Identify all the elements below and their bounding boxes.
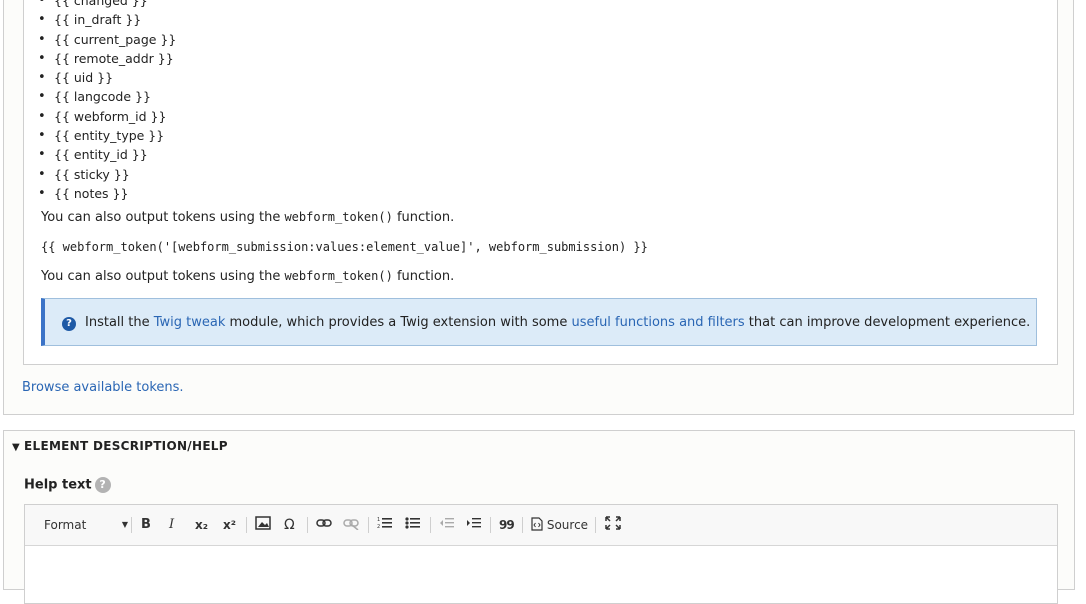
maximize-button[interactable] [605,516,621,534]
editor-toolbar: Format ▼ B I x₂ x² Ω 12 99 Source [25,505,1057,546]
info-message-text: Install the Twig tweak module, which pro… [85,315,1031,330]
code-example: {{ webform_token('[webform_submission:va… [41,240,648,254]
token-paragraph-1: You can also output tokens using the web… [41,210,455,225]
twig-variable-item: {{ in_draft }} [38,10,176,29]
element-description-fieldset: ▼ ELEMENT DESCRIPTION/HELP Help text? For… [3,430,1075,604]
subscript-button[interactable]: x₂ [195,516,208,534]
indent-button[interactable] [466,516,482,534]
section-toggle[interactable]: ▼ ELEMENT DESCRIPTION/HELP [12,439,228,453]
twig-variable-item: {{ sticky }} [38,165,176,184]
toolbar-separator [131,517,132,533]
token-paragraph-2: You can also output tokens using the web… [41,269,455,284]
toolbar-separator [307,517,308,533]
image-icon [255,516,271,530]
toolbar-separator [595,517,596,533]
question-icon: ? [62,317,76,331]
code-inline: webform_token() [284,210,393,224]
twig-variable-item: {{ remote_addr }} [38,49,176,68]
numbered-list-button[interactable]: 12 [377,516,393,534]
bold-button[interactable]: B [141,516,151,534]
source-icon [531,517,543,531]
twig-variable-item: {{ current_page }} [38,30,176,49]
indent-icon [467,518,481,528]
twig-variable-item: {{ uid }} [38,68,176,87]
outdent-button[interactable] [439,516,455,534]
superscript-button[interactable]: x² [223,516,236,534]
bulleted-list-icon [405,517,420,529]
toolbar-separator [430,517,431,533]
useful-functions-link[interactable]: useful functions and filters [571,315,744,330]
italic-button[interactable]: I [169,516,174,534]
numbered-list-icon: 12 [377,517,392,530]
toolbar-separator [522,517,523,533]
triangle-down-icon: ▼ [12,442,20,453]
blockquote-button[interactable]: 99 [499,516,515,534]
info-message: ? Install the Twig tweak module, which p… [41,298,1037,346]
link-icon [316,519,332,527]
twig-variable-item: {{ changed }} [38,0,176,10]
outdent-icon [440,518,454,528]
image-button[interactable] [255,516,271,534]
unlink-icon [343,519,359,531]
link-button[interactable] [316,516,332,534]
toolbar-separator [246,517,247,533]
source-button[interactable]: Source [531,516,588,534]
rich-text-editor[interactable]: Format ▼ B I x₂ x² Ω 12 99 Source [24,504,1058,604]
twig-variable-item: {{ entity_type }} [38,126,176,145]
maximize-icon [605,516,621,530]
special-character-button[interactable]: Ω [284,516,295,534]
toolbar-separator [490,517,491,533]
browse-tokens-link[interactable]: Browse available tokens. [22,380,184,395]
section-title: ELEMENT DESCRIPTION/HELP [24,439,228,453]
twig-variable-item: {{ notes }} [38,184,176,203]
caret-down-icon: ▼ [121,520,128,529]
twig-variable-list: {{ changed }}{{ in_draft }}{{ current_pa… [38,0,176,203]
bulleted-list-button[interactable] [405,516,421,534]
svg-text:1: 1 [377,517,380,523]
help-tooltip-icon[interactable]: ? [94,477,111,493]
help-text-label: Help text? [24,477,111,493]
format-select[interactable]: Format ▼ [44,516,128,534]
twig-variable-item: {{ webform_id }} [38,107,176,126]
twig-tweak-link[interactable]: Twig tweak [154,315,226,330]
twig-variable-item: {{ langcode }} [38,87,176,106]
twig-variable-item: {{ entity_id }} [38,145,176,164]
toolbar-separator [368,517,369,533]
unlink-button[interactable] [343,516,359,534]
svg-text:2: 2 [377,524,380,530]
code-inline: webform_token() [284,269,393,283]
